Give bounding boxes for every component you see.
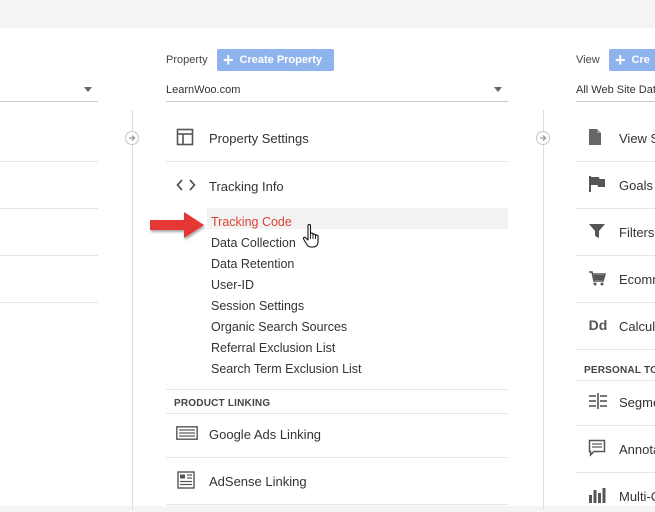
- row-divider: [576, 349, 655, 350]
- adsense-icon: [176, 471, 196, 489]
- adsense-linking-label: AdSense Linking: [209, 473, 307, 489]
- annotations-item[interactable]: Annota: [587, 439, 655, 459]
- session-settings-link[interactable]: Session Settings: [211, 299, 304, 313]
- document-icon: [587, 128, 603, 146]
- tracking-info-label: Tracking Info: [209, 178, 284, 194]
- row-divider: [576, 380, 655, 381]
- plus-icon: +: [223, 50, 234, 70]
- segments-icon: [587, 392, 609, 410]
- row-divider: [166, 457, 508, 458]
- tracking-code-link[interactable]: Tracking Code: [211, 215, 292, 229]
- column-connector: [543, 110, 544, 510]
- organic-search-sources-link[interactable]: Organic Search Sources: [211, 320, 347, 334]
- product-linking-label: PRODUCT LINKING: [174, 398, 271, 409]
- comment-icon: [587, 439, 607, 457]
- hand-cursor-icon: [302, 224, 319, 248]
- multi-channel-item[interactable]: Multi-C: [587, 486, 655, 506]
- row-divider: [166, 161, 508, 162]
- bar-chart-icon: [587, 486, 607, 504]
- create-property-label: Create Property: [239, 54, 323, 66]
- user-id-link[interactable]: User-ID: [211, 278, 254, 292]
- search-term-exclusion-list-link[interactable]: Search Term Exclusion List: [211, 362, 362, 376]
- create-property-button[interactable]: + Create Property: [217, 49, 334, 71]
- dd-icon: Dd: [588, 317, 608, 333]
- data-collection-link[interactable]: Data Collection: [211, 236, 296, 250]
- view-header-label: View: [576, 54, 600, 66]
- property-settings-item[interactable]: Property Settings: [176, 128, 506, 148]
- account-row-divider: [0, 208, 98, 209]
- google-ads-linking-item[interactable]: Google Ads Linking: [176, 424, 506, 444]
- account-select[interactable]: [0, 80, 98, 102]
- code-brackets-icon: [176, 176, 196, 194]
- plus-icon: +: [615, 50, 626, 70]
- arrow-right-circle-icon: [536, 131, 550, 145]
- row-divider: [166, 413, 508, 414]
- google-ads-linking-label: Google Ads Linking: [209, 426, 322, 442]
- personal-tools-label: PERSONAL TO: [584, 365, 655, 376]
- ecommerce-item[interactable]: Ecomm: [587, 269, 655, 289]
- row-divider: [166, 504, 508, 505]
- property-select[interactable]: LearnWoo.com: [166, 80, 508, 102]
- row-divider: [166, 389, 508, 390]
- property-settings-label: Property Settings: [209, 130, 309, 146]
- create-view-label: Cre: [631, 54, 650, 66]
- segments-item[interactable]: Segme: [587, 392, 655, 412]
- row-divider: [576, 302, 655, 303]
- filters-item[interactable]: Filters: [587, 222, 655, 242]
- column-connector: [132, 110, 133, 510]
- ads-table-icon: [176, 424, 198, 442]
- view-settings-item[interactable]: View S: [587, 128, 655, 148]
- filters-label: Filters: [619, 224, 655, 240]
- account-row-divider: [0, 161, 98, 162]
- arrow-right-circle-icon: [125, 131, 139, 145]
- create-view-button[interactable]: + Cre: [609, 49, 655, 71]
- goals-item[interactable]: Goals: [587, 175, 655, 195]
- account-row-divider: [0, 255, 98, 256]
- shopping-cart-icon: [587, 269, 607, 287]
- adsense-linking-item[interactable]: AdSense Linking: [176, 471, 506, 491]
- view-select[interactable]: All Web Site Data: [576, 80, 655, 102]
- property-select-value: LearnWoo.com: [166, 84, 241, 96]
- calculated-metrics-item[interactable]: Dd Calcul: [587, 316, 655, 336]
- annotations-label: Annota: [619, 441, 655, 457]
- row-divider: [576, 472, 655, 473]
- referral-exclusion-list-link[interactable]: Referral Exclusion List: [211, 341, 335, 355]
- window-icon: [176, 128, 194, 146]
- view-select-value: All Web Site Data: [576, 84, 655, 96]
- data-retention-link[interactable]: Data Retention: [211, 257, 294, 271]
- chevron-down-icon: [494, 87, 502, 92]
- view-settings-label: View S: [619, 130, 655, 146]
- segments-label: Segme: [619, 394, 655, 410]
- row-divider: [576, 208, 655, 209]
- ecommerce-label: Ecomm: [619, 271, 655, 287]
- row-divider: [576, 255, 655, 256]
- account-row-divider: [0, 302, 98, 303]
- property-header-label: Property: [166, 54, 208, 66]
- calculated-metrics-label: Calcul: [619, 318, 655, 334]
- row-divider: [576, 161, 655, 162]
- red-arrow-icon: [150, 212, 204, 238]
- chevron-down-icon: [84, 87, 92, 92]
- multi-channel-label: Multi-C: [619, 488, 655, 504]
- flag-icon: [587, 175, 607, 193]
- goals-label: Goals: [619, 177, 653, 193]
- filter-funnel-icon: [587, 222, 607, 240]
- tracking-info-item[interactable]: Tracking Info: [176, 176, 506, 196]
- row-divider: [576, 425, 655, 426]
